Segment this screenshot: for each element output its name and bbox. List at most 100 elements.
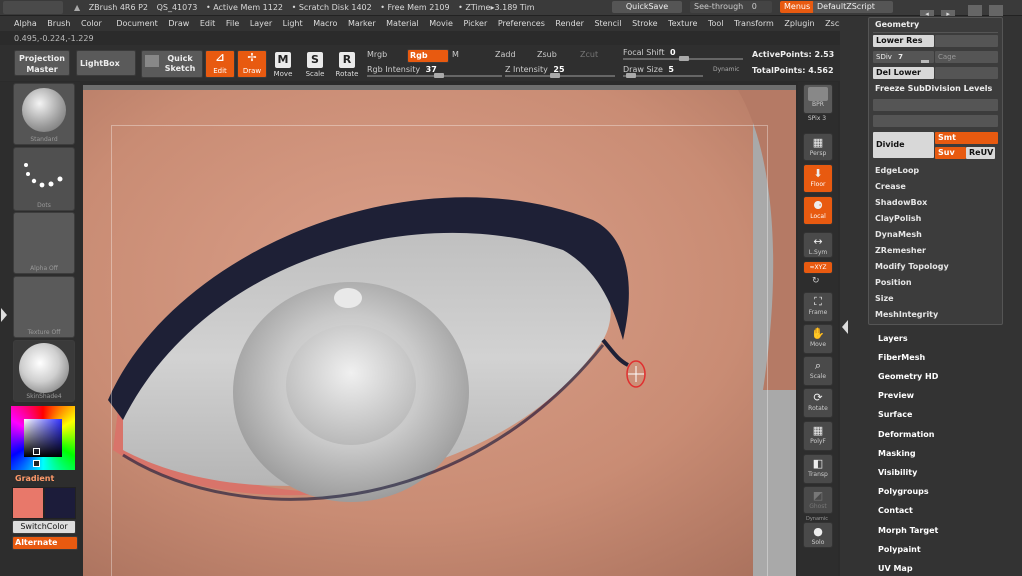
deformation-subpalette[interactable]: Deformation — [878, 430, 934, 439]
masking-subpalette[interactable]: Masking — [878, 449, 916, 458]
canvas-viewport[interactable] — [83, 90, 796, 576]
m-button[interactable]: M — [452, 50, 459, 59]
alternate-button[interactable]: Alternate — [12, 536, 78, 550]
layers-subpalette[interactable]: Layers — [878, 334, 908, 343]
scale-mode-button[interactable]: S Scale — [302, 52, 328, 78]
mrgb-button[interactable]: Mrgb — [367, 50, 403, 62]
menu-preferences[interactable]: Preferences — [498, 19, 545, 28]
move-mode-button[interactable]: M Move — [270, 52, 296, 78]
menu-alpha[interactable]: Alpha — [14, 19, 37, 28]
material-thumbnail[interactable]: SkinShade4 — [13, 340, 75, 402]
divide-button[interactable]: Divide — [873, 132, 934, 158]
texture-thumbnail[interactable]: Texture Off — [13, 276, 75, 338]
color-picker-square[interactable] — [24, 419, 62, 457]
menu-color[interactable]: Color — [81, 19, 102, 28]
menu-draw[interactable]: Draw — [168, 19, 189, 28]
persp-button[interactable]: ▦ Persp — [803, 133, 833, 161]
menu-texture[interactable]: Texture — [668, 19, 697, 28]
morph-target-subpalette[interactable]: Morph Target — [878, 526, 938, 535]
z-intensity-track[interactable] — [505, 75, 615, 77]
brush-thumbnail[interactable]: Standard — [13, 83, 75, 145]
default-zscript-button[interactable]: DefaultZScript — [813, 1, 893, 13]
color-picker-ring-handle-icon[interactable] — [33, 460, 40, 467]
freeze-subdivision-button[interactable]: Freeze SubDivision Levels — [875, 84, 992, 93]
bpr-button[interactable]: BPR — [803, 84, 833, 114]
smt-button[interactable]: Smt — [935, 132, 998, 144]
spix-slider[interactable]: SPix 3 — [803, 115, 831, 122]
focal-shift-slider[interactable]: Focal Shift 0 — [623, 48, 676, 57]
meshintegrity-subpalette[interactable]: MeshIntegrity — [875, 310, 938, 319]
frame-button[interactable]: ⛶ Frame — [803, 292, 833, 322]
move-view-button[interactable]: ✋ Move — [803, 324, 833, 354]
sdiv-knob[interactable] — [921, 60, 929, 63]
scale-view-button[interactable]: ⌕ Scale — [803, 356, 833, 386]
edgeloop-subpalette[interactable]: EdgeLoop — [875, 166, 919, 175]
menu-document[interactable]: Document — [116, 19, 157, 28]
reuv-button[interactable]: ReUV — [966, 147, 995, 159]
surface-subpalette[interactable]: Surface — [878, 410, 912, 419]
draw-mode-button[interactable]: ✢ Draw — [237, 50, 267, 78]
zadd-button[interactable]: Zadd — [495, 50, 516, 59]
fibermesh-subpalette[interactable]: FiberMesh — [878, 353, 925, 362]
menu-picker[interactable]: Picker — [463, 19, 487, 28]
menu-marker[interactable]: Marker — [348, 19, 376, 28]
focal-shift-knob[interactable] — [679, 56, 689, 61]
uv-map-subpalette[interactable]: UV Map — [878, 564, 913, 573]
lsym-button[interactable]: ↔ L.Sym — [803, 232, 833, 258]
transp-button[interactable]: ◧ Transp — [803, 454, 833, 484]
menu-edit[interactable]: Edit — [200, 19, 216, 28]
higher-res-button[interactable] — [935, 35, 998, 47]
seethrough-slider[interactable]: See-through 0 — [690, 1, 772, 13]
crease-subpalette[interactable]: Crease — [875, 182, 906, 191]
lower-res-button[interactable]: Lower Res — [873, 35, 934, 47]
menu-file[interactable]: File — [226, 19, 239, 28]
color-picker[interactable] — [11, 406, 75, 470]
geometry-title[interactable]: Geometry — [875, 20, 919, 29]
menu-movie[interactable]: Movie — [429, 19, 453, 28]
menu-brush[interactable]: Brush — [47, 19, 70, 28]
lightbox-button[interactable]: LightBox — [76, 50, 136, 76]
dynamic-toggle[interactable]: Dynamic — [713, 66, 739, 73]
zcut-button[interactable]: Zcut — [580, 50, 598, 59]
ghost-button[interactable]: ◩ Ghost — [803, 486, 833, 514]
xyz-button[interactable]: ≈XYZ — [803, 261, 833, 274]
projection-master-button[interactable]: Projection Master — [14, 50, 70, 76]
menu-stencil[interactable]: Stencil — [594, 19, 621, 28]
menu-render[interactable]: Render — [555, 19, 583, 28]
rgb-intensity-knob[interactable] — [434, 73, 444, 78]
menu-stroke[interactable]: Stroke — [632, 19, 658, 28]
convert-bpr-button[interactable] — [873, 115, 998, 127]
contact-subpalette[interactable]: Contact — [878, 506, 913, 515]
zsub-button[interactable]: Zsub — [537, 50, 557, 59]
restore-icon[interactable] — [989, 5, 1004, 16]
rotate-axis-icon[interactable]: ↻ — [812, 276, 820, 286]
color-picker-handle-icon[interactable] — [33, 448, 40, 455]
zremesher-subpalette[interactable]: ZRemesher — [875, 246, 926, 255]
menu-light[interactable]: Light — [283, 19, 303, 28]
geometry-hd-subpalette[interactable]: Geometry HD — [878, 372, 938, 381]
menu-material[interactable]: Material — [386, 19, 419, 28]
menu-macro[interactable]: Macro — [313, 19, 337, 28]
menu-zplugin[interactable]: Zplugin — [784, 19, 814, 28]
polyf-button[interactable]: ▦ PolyF — [803, 421, 833, 451]
gradient-label[interactable]: Gradient — [15, 474, 54, 483]
menu-transform[interactable]: Transform — [734, 19, 774, 28]
z-intensity-knob[interactable] — [550, 73, 560, 78]
z-intensity-slider[interactable]: Z Intensity 25 — [505, 65, 585, 74]
reconstruct-subdiv-button[interactable] — [873, 99, 998, 111]
quicksave-button[interactable]: QuickSave — [612, 1, 682, 13]
switchcolor-button[interactable]: SwitchColor — [12, 520, 76, 534]
menu-layer[interactable]: Layer — [250, 19, 272, 28]
main-color-swatch[interactable] — [12, 487, 44, 519]
floor-button[interactable]: ⬇ Floor — [803, 164, 833, 193]
position-subpalette[interactable]: Position — [875, 278, 912, 287]
rgb-button[interactable]: Rgb — [407, 49, 449, 63]
alpha-thumbnail[interactable]: Alpha Off — [13, 212, 75, 274]
visibility-subpalette[interactable]: Visibility — [878, 468, 917, 477]
del-higher-button[interactable] — [935, 67, 998, 79]
cage-button[interactable]: Cage — [935, 51, 998, 63]
suv-button[interactable]: Suv — [935, 147, 966, 159]
shadowbox-subpalette[interactable]: ShadowBox — [875, 198, 927, 207]
local-button[interactable]: ⚈ Local — [803, 196, 833, 225]
rotate-view-button[interactable]: ⟳ Rotate — [803, 388, 833, 418]
